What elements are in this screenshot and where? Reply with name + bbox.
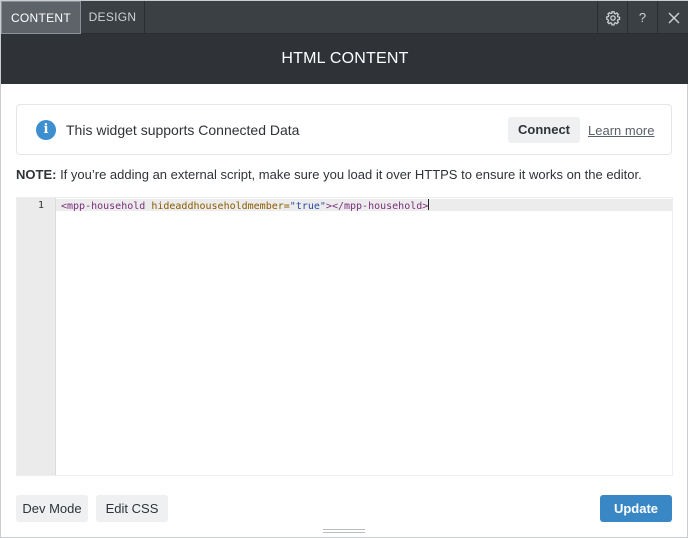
line-number: 1 — [37, 200, 44, 211]
gear-icon — [605, 10, 620, 25]
text-caret — [428, 199, 430, 210]
tab-content[interactable]: CONTENT — [1, 1, 81, 34]
line-gutter: 1 — [17, 198, 56, 475]
connect-button[interactable]: Connect — [508, 117, 580, 143]
https-note: NOTE: If you’re adding an external scrip… — [16, 167, 642, 182]
learn-more-link[interactable]: Learn more — [588, 105, 654, 156]
grip-line — [323, 532, 365, 533]
edit-css-button[interactable]: Edit CSS — [96, 495, 168, 522]
code-open-tag: <mpp-household — [61, 201, 146, 212]
note-label: NOTE: — [16, 167, 57, 182]
update-button[interactable]: Update — [600, 495, 672, 522]
close-icon — [668, 12, 679, 23]
dev-mode-button[interactable]: Dev Mode — [16, 495, 88, 522]
code-close-tag: ></mpp-household> — [325, 201, 429, 212]
code-editor[interactable]: 1 <mpp-household hideaddhouseholdmember=… — [16, 197, 673, 476]
code-attribute: hideaddhouseholdmember= — [145, 201, 290, 212]
banner-text: This widget supports Connected Data — [66, 122, 300, 138]
connected-data-banner: i This widget supports Connected Data Co… — [16, 104, 672, 155]
settings-button[interactable] — [597, 1, 627, 34]
close-button[interactable] — [657, 1, 688, 34]
tab-design[interactable]: DESIGN — [81, 1, 145, 34]
code-line[interactable]: <mpp-household hideaddhouseholdmember="t… — [61, 199, 430, 212]
info-icon: i — [36, 120, 56, 140]
code-attribute-value: "true" — [289, 201, 326, 212]
resize-grip[interactable] — [323, 529, 365, 535]
tab-bar: CONTENT DESIGN ? — [1, 1, 688, 34]
grip-line — [323, 529, 365, 530]
help-button[interactable]: ? — [627, 1, 657, 34]
panel-header: HTML CONTENT — [1, 34, 688, 84]
html-widget-panel: CONTENT DESIGN ? HTML CONTENT i This wid… — [0, 0, 688, 538]
note-text: If you’re adding an external script, mak… — [56, 167, 642, 182]
page-title: HTML CONTENT — [281, 50, 409, 67]
